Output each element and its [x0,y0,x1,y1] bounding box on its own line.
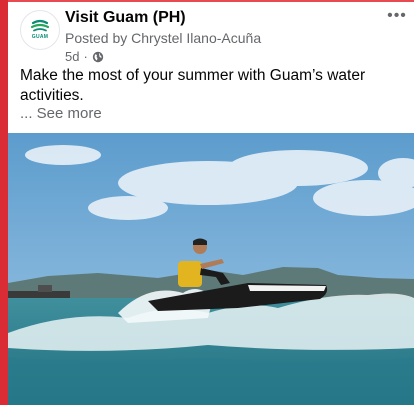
post-video[interactable] [8,133,414,405]
posted-by-text[interactable]: Posted by Chrystel Ilano-Acuña [65,30,261,46]
post-card: GUAM Visit Guam (PH) Posted by Chrystel … [8,0,414,405]
see-more-link[interactable]: ... See more [20,105,102,122]
card-top-border [8,0,414,2]
jet-ski-image [8,133,414,405]
post-timestamp[interactable]: 5d [65,49,79,64]
guam-logo-icon [30,19,50,32]
more-options-button[interactable]: ••• [386,8,408,24]
meta-separator: · [83,49,88,64]
post-body-text: Make the most of your summer with Guam’s… [20,67,366,104]
post-meta: 5d · [65,49,104,64]
globe-icon [92,51,104,63]
page-name-link[interactable]: Visit Guam (PH) [65,9,186,27]
page-avatar[interactable]: GUAM [20,10,60,50]
avatar-logo-text: GUAM [31,34,49,40]
